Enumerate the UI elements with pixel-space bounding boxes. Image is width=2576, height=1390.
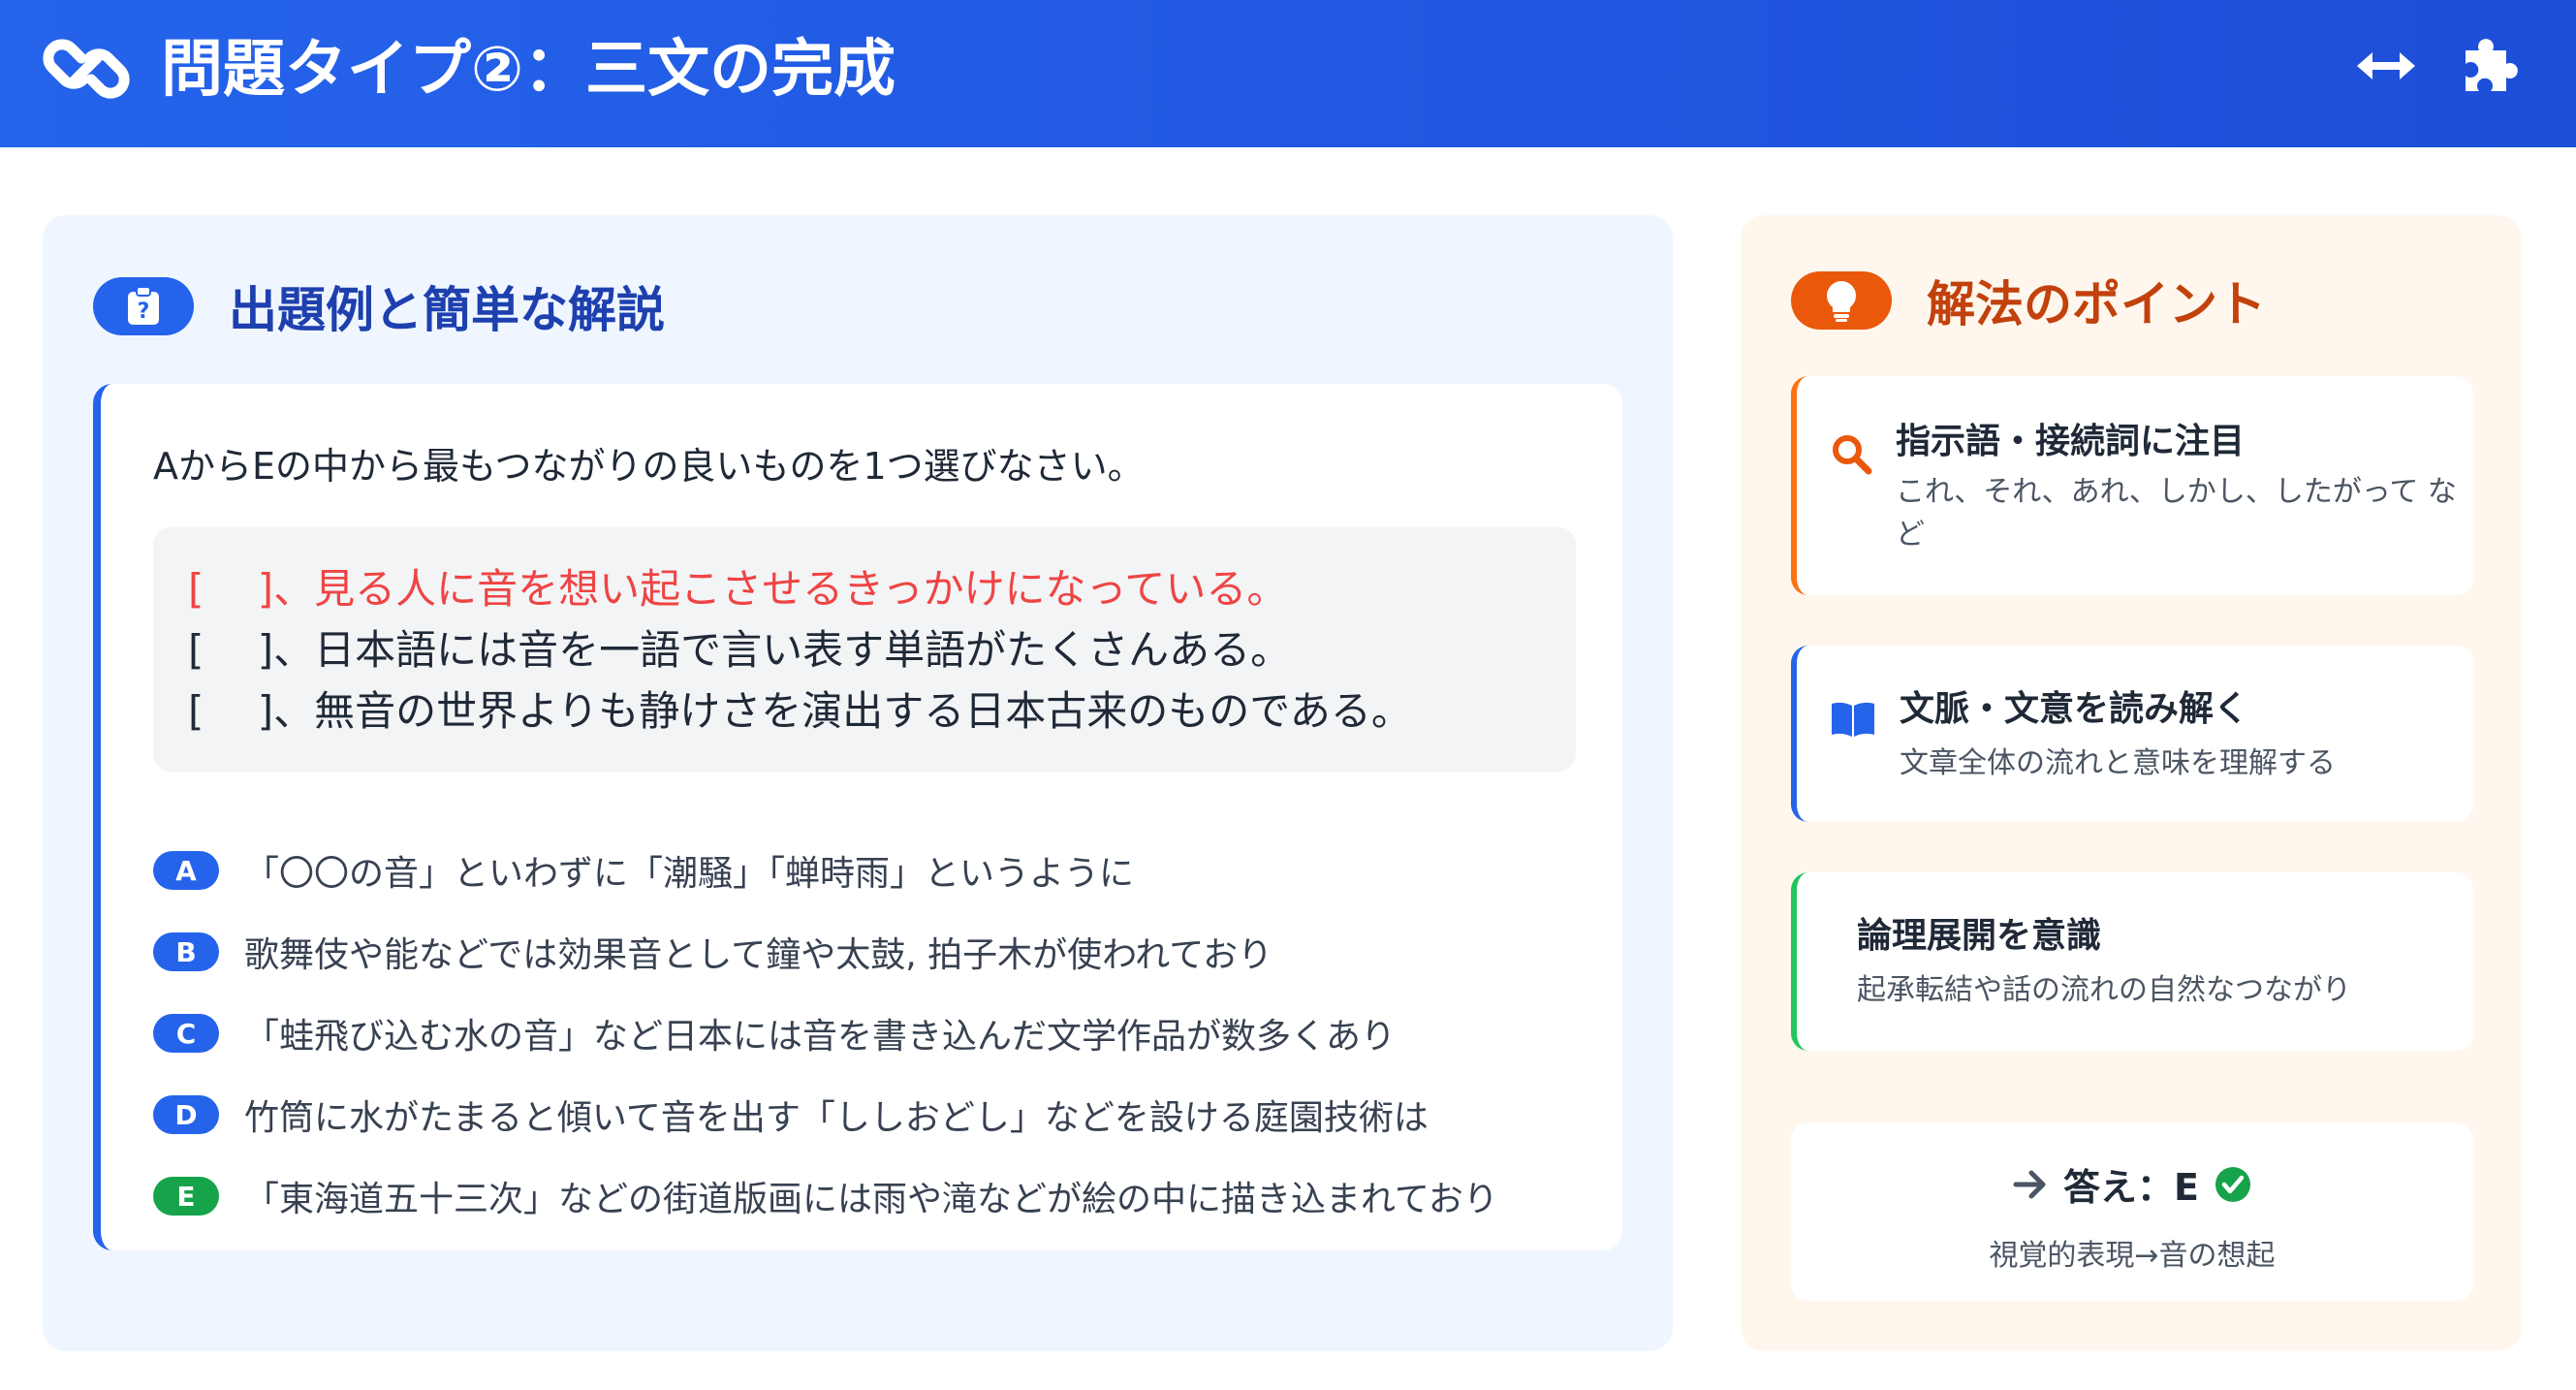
blank-sentences-box: [ ]、見る人に音を想い起こさせるきっかけになっている。 [ ]、日本語には音を… [153,527,1576,772]
choice-a[interactable]: A 「〇〇の音」といわずに「潮騒」「蝉時雨」というように [153,830,1498,911]
choice-text: 竹筒に水がたまると傾いて音を出す「ししおどし」などを設ける庭園技術は [244,1098,1429,1138]
arrow-right-icon [2013,1170,2046,1198]
blank-sentence-3: [ ]、無音の世界よりも静けさを演出する日本古来のものである。 [188,687,1412,735]
clipboard-question-icon: ? [93,277,194,335]
point-title: 論理展開を意識 [1857,916,2102,956]
points-panel: 解法のポイント 指示語・接続詞に注目 これ、それ、あれ、しかし、したがって など… [1741,215,2522,1351]
example-section-title: 出題例と簡単な解説 [229,282,665,338]
answer-row: 答え：E [1791,1157,2473,1211]
point-title: 指示語・接続詞に注目 [1896,422,2246,461]
question-instruction: AからEの中から最もつながりの良いものを1つ選びなさい。 [153,445,1145,488]
choice-list: A 「〇〇の音」といわずに「潮騒」「蝉時雨」というように B 歌舞伎や能などでは… [153,830,1498,1237]
choice-text: 「蛙飛び込む水の音」など日本には音を書き込んだ文学作品が数多くあり [244,1017,1397,1057]
book-icon [1832,702,1874,737]
choice-badge: C [153,1014,219,1053]
choice-d[interactable]: D 竹筒に水がたまると傾いて音を出す「ししおどし」などを設ける庭園技術は [153,1074,1498,1155]
points-section-header: 解法のポイント [1791,266,2266,335]
choice-badge: E [153,1177,219,1216]
expand-horizontal-icon[interactable] [2355,35,2417,97]
choice-b[interactable]: B 歌舞伎や能などでは効果音として鐘や太鼓, 拍子木が使われており [153,911,1498,993]
points-section-title: 解法のポイント [1927,276,2266,332]
choice-text: 歌舞伎や能などでは効果音として鐘や太鼓, 拍子木が使われており [244,935,1273,975]
page-title: 問題タイプ②：三文の完成 [161,34,896,106]
point-card-3: 論理展開を意識 起承転結や話の流れの自然なつながり [1791,872,2473,1051]
point-desc: 起承転結や話の流れの自然なつながり [1857,973,2351,1007]
choice-badge: D [153,1095,219,1134]
answer-label: 答え：E [2063,1166,2199,1209]
search-icon [1833,435,1872,475]
example-section-header: ? 出題例と簡単な解説 [93,271,665,341]
choice-e[interactable]: E 「東海道五十三次」などの街道版画には雨や滝などが絵の中に描き込まれており [153,1155,1498,1237]
example-panel: ? 出題例と簡単な解説 AからEの中から最もつながりの良いものを1つ選びなさい。… [43,215,1673,1351]
point-card-2: 文脈・文意を読み解く 文章全体の流れと意味を理解する [1791,646,2473,822]
blank-sentence-2: [ ]、日本語には音を一語で言い表す単語がたくさんある。 [188,626,1292,674]
answer-note: 視覚的表現→音の想起 [1989,1239,2276,1273]
check-circle-icon [2215,1166,2250,1202]
blank-sentence-1: [ ]、見る人に音を想い起こさせるきっかけになっている。 [188,565,1288,613]
answer-card: 答え：E 視覚的表現→音の想起 [1791,1122,2473,1301]
point-desc: 文章全体の流れと意味を理解する [1900,746,2336,780]
point-card-1: 指示語・接続詞に注目 これ、それ、あれ、しかし、したがって など [1791,376,2473,595]
link-icon [43,39,130,99]
choice-c[interactable]: C 「蛙飛び込む水の音」など日本には音を書き込んだ文学作品が数多くあり [153,993,1498,1074]
header-bar: 問題タイプ②：三文の完成 [0,0,2576,147]
puzzle-icon[interactable] [2460,29,2522,97]
choice-badge: B [153,932,219,971]
point-desc: これ、それ、あれ、しかし、したがって など [1896,475,2457,552]
choice-text: 「東海道五十三次」などの街道版画には雨や滝などが絵の中に描き込まれており [244,1180,1498,1219]
question-card: AからEの中から最もつながりの良いものを1つ選びなさい。 [ ]、見る人に音を想… [93,384,1622,1250]
lightbulb-icon [1791,271,1892,330]
choice-badge: A [153,851,219,890]
svg-text:?: ? [138,300,150,324]
choice-text: 「〇〇の音」といわずに「潮騒」「蝉時雨」というように [244,854,1135,894]
point-title: 文脈・文意を読み解く [1900,689,2249,729]
